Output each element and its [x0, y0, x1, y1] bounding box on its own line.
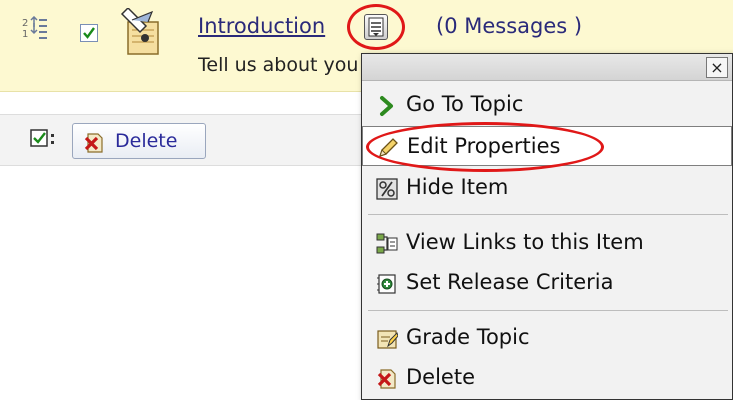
- bulk-delete-button[interactable]: Delete: [72, 123, 206, 159]
- menu-item-label: Hide Item: [406, 175, 509, 199]
- topic-description: Tell us about yourself: [198, 54, 360, 76]
- delete-icon: [376, 368, 398, 390]
- menu-item-label: Delete: [406, 365, 475, 389]
- topic-select-checkbox[interactable]: [80, 24, 98, 42]
- highlight-ring-edit-properties: [366, 122, 604, 172]
- topic-context-menu: × Go To Topic Edit Properties Hide Item …: [361, 53, 733, 400]
- menu-item-label: Grade Topic: [406, 325, 530, 349]
- menu-item-go-to-topic[interactable]: Go To Topic: [362, 85, 732, 125]
- svg-text:1: 1: [22, 29, 28, 40]
- message-count: (0 Messages ): [436, 14, 583, 38]
- menu-item-hide-item[interactable]: Hide Item: [362, 168, 732, 208]
- svg-text:2: 2: [22, 18, 28, 29]
- menu-close-button[interactable]: ×: [706, 57, 728, 78]
- menu-item-set-release-criteria[interactable]: Set Release Criteria: [362, 263, 732, 303]
- menu-item-delete[interactable]: Delete: [362, 358, 732, 398]
- menu-header: ×: [362, 54, 732, 81]
- menu-item-label: Set Release Criteria: [406, 270, 614, 294]
- menu-item-label: View Links to this Item: [406, 230, 644, 254]
- grade-icon: [376, 328, 399, 350]
- arrow-right-icon: [376, 95, 398, 117]
- menu-divider: [368, 310, 728, 311]
- topic-title-link[interactable]: Introduction: [198, 14, 325, 38]
- discussion-topic-icon: [118, 6, 162, 58]
- links-icon: [376, 233, 398, 255]
- bulk-delete-label: Delete: [115, 130, 178, 152]
- menu-item-grade-topic[interactable]: Grade Topic: [362, 318, 732, 358]
- hide-icon: [376, 178, 398, 200]
- menu-divider: [368, 214, 728, 215]
- menu-item-label: Go To Topic: [406, 92, 524, 116]
- release-criteria-icon: [376, 273, 398, 295]
- menu-item-view-links[interactable]: View Links to this Item: [362, 223, 732, 263]
- delete-icon: [83, 132, 105, 158]
- reorder-icon[interactable]: 2 1: [22, 15, 48, 40]
- highlight-ring-trigger: [347, 4, 405, 50]
- select-all-icon[interactable]: [30, 127, 58, 153]
